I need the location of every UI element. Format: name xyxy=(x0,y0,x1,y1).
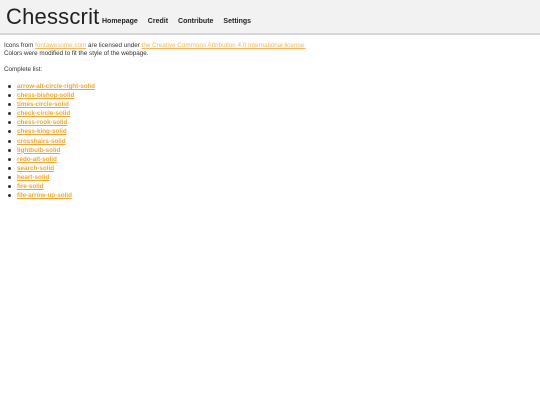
list-item: check-circle-solid xyxy=(8,109,534,118)
icon-link[interactable]: chess-bishop-solid xyxy=(17,92,74,99)
icon-link[interactable]: chess-king-solid xyxy=(17,128,67,135)
main-nav: Homepage Credit Contribute Settings xyxy=(102,18,261,26)
icon-link[interactable]: heart-solid xyxy=(17,174,49,181)
license-prefix: Icons from xyxy=(4,42,34,49)
icon-link[interactable]: search-solid xyxy=(17,165,54,172)
list-item: redo-alt-solid xyxy=(8,155,534,164)
list-item: times-circle-solid xyxy=(8,100,534,109)
list-item: file-arrow-up-solid xyxy=(8,191,534,200)
list-item: heart-solid xyxy=(8,173,534,182)
icon-link[interactable]: redo-alt-solid xyxy=(17,156,57,163)
site-logo[interactable]: Chesscrit xyxy=(6,4,100,30)
icon-link[interactable]: crosshairs-solid xyxy=(17,138,66,145)
nav-credit[interactable]: Credit xyxy=(148,18,168,26)
fontawesome-link[interactable]: fontawesome.com xyxy=(35,42,86,49)
license-link[interactable]: the Creative Commons Attribution 4.0 Int… xyxy=(142,42,306,49)
nav-contribute[interactable]: Contribute xyxy=(178,18,213,26)
list-item: arrow-alt-circle-right-solid xyxy=(8,82,534,91)
list-item: lightbulb-solid xyxy=(8,146,534,155)
list-item: search-solid xyxy=(8,164,534,173)
complete-list-label: Complete list: xyxy=(4,66,43,73)
license-line: Icons from fontawesome.com are licensed … xyxy=(4,42,534,50)
icon-link[interactable]: chess-rook-solid xyxy=(17,119,67,126)
icon-link[interactable]: arrow-alt-circle-right-solid xyxy=(17,83,95,90)
icon-link[interactable]: fire-solid xyxy=(17,183,44,190)
license-middle: are licensed under xyxy=(88,42,140,49)
icon-link[interactable]: check-circle-solid xyxy=(17,110,70,117)
colors-note: Colors were modified to fit the style of… xyxy=(4,50,149,57)
credit-content: Icons from fontawesome.com are licensed … xyxy=(4,42,534,200)
icon-list: arrow-alt-circle-right-solid chess-bisho… xyxy=(4,82,534,200)
nav-settings[interactable]: Settings xyxy=(223,18,251,26)
nav-homepage[interactable]: Homepage xyxy=(102,18,138,26)
list-item: chess-rook-solid xyxy=(8,118,534,127)
list-item: chess-king-solid xyxy=(8,127,534,136)
icon-link[interactable]: times-circle-solid xyxy=(17,101,69,108)
site-header: Chesscrit Homepage Credit Contribute Set… xyxy=(0,0,540,35)
list-item: crosshairs-solid xyxy=(8,137,534,146)
list-item: fire-solid xyxy=(8,182,534,191)
list-item: chess-bishop-solid xyxy=(8,91,534,100)
icon-link[interactable]: lightbulb-solid xyxy=(17,147,60,154)
icon-link[interactable]: file-arrow-up-solid xyxy=(17,192,72,199)
